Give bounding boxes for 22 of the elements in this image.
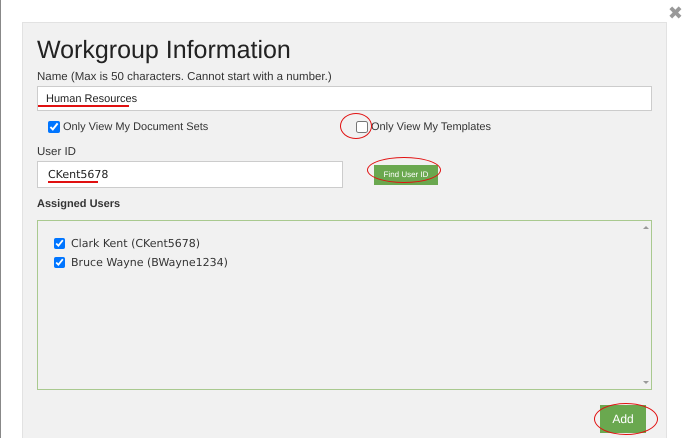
checkbox-label: Only View My Document Sets: [63, 121, 208, 133]
field-label: Name (Max is 50 characters. Cannot start with a number.): [37, 70, 333, 84]
checkbox[interactable]: [54, 257, 65, 268]
add-button[interactable]: Add: [600, 405, 646, 433]
checkbox[interactable]: [356, 121, 368, 133]
section-heading: Assigned Users: [37, 198, 122, 210]
scroll-up-icon[interactable]: [643, 226, 649, 229]
checkbox[interactable]: [54, 238, 65, 249]
checkbox-label: Only View My Templates: [371, 121, 492, 133]
user-id-field[interactable]: CKent5678: [37, 161, 343, 188]
close-icon[interactable]: ✖: [668, 3, 683, 24]
name-field[interactable]: Human Resources: [37, 86, 652, 111]
scroll-down-icon[interactable]: [643, 381, 649, 384]
highlight-ellipse: [594, 403, 658, 435]
dialog-title: Workgroup Information: [37, 35, 292, 65]
checkbox[interactable]: [48, 121, 60, 133]
field-label: User ID: [37, 145, 77, 159]
underline-mark: [48, 181, 98, 183]
user-label: Bruce Wayne (BWayne1234): [71, 256, 228, 269]
user-label: Clark Kent (CKent5678): [71, 237, 200, 250]
find-user-button[interactable]: Find User ID: [374, 164, 438, 184]
highlight-ellipse: [340, 113, 372, 139]
